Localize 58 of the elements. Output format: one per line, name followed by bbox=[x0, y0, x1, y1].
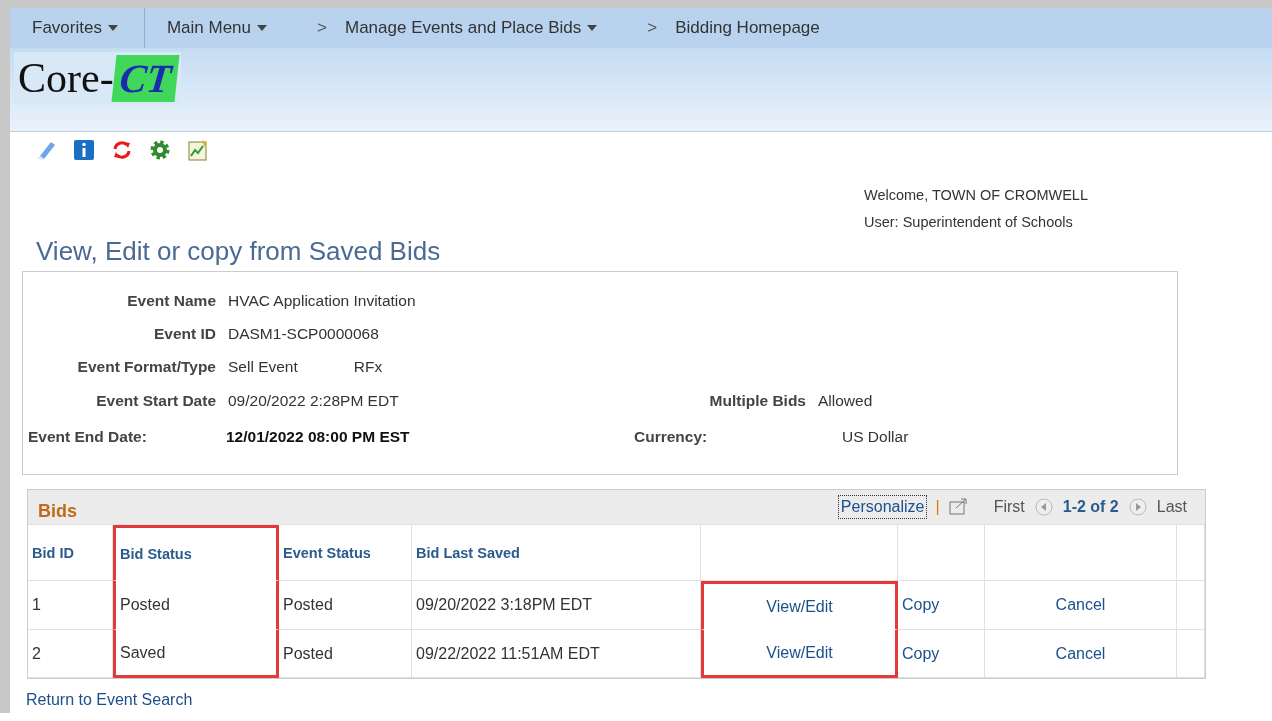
row-action-link[interactable]: Copy bbox=[902, 596, 940, 613]
column-header: Bid Status bbox=[113, 525, 279, 581]
table-cell: Posted bbox=[279, 581, 412, 630]
row-action-link[interactable]: Copy bbox=[902, 644, 940, 662]
field-value: Allowed bbox=[818, 392, 873, 410]
table-cell: 1 bbox=[28, 581, 113, 630]
field-value: 12/01/2022 08:00 PM EST bbox=[226, 428, 410, 446]
pop-out-icon[interactable] bbox=[947, 497, 970, 517]
first-link[interactable]: First bbox=[993, 498, 1025, 516]
row-action-link[interactable]: View/Edit bbox=[766, 597, 833, 615]
next-icon[interactable] bbox=[1126, 497, 1149, 517]
logo: Core-CT bbox=[14, 52, 181, 104]
row-action-link[interactable]: View/Edit bbox=[766, 643, 833, 661]
field-value: DASM1-SCP0000068 bbox=[228, 324, 379, 343]
field-value: RFx bbox=[353, 357, 383, 376]
caret-icon bbox=[107, 25, 118, 31]
field-value: 09/20/2022 2:28PM EDT bbox=[228, 392, 399, 410]
column-header: Bid Last Saved bbox=[412, 525, 701, 581]
field-label: Event Start Date bbox=[95, 392, 216, 410]
caret-icon bbox=[257, 25, 268, 31]
table-cell: 09/20/2022 3:18PM EDT bbox=[412, 581, 701, 630]
table-cell: Posted bbox=[279, 630, 412, 678]
breadcrumb-link[interactable]: Bidding Homepage bbox=[661, 8, 842, 48]
last-link[interactable]: Last bbox=[1156, 498, 1187, 516]
breadcrumb-separator: > bbox=[316, 18, 328, 38]
return-link[interactable]: Return to Event Search bbox=[26, 691, 193, 709]
field-value: HVAC Application Invitation bbox=[228, 291, 416, 310]
page-range: 1-2 of 2 bbox=[1062, 498, 1119, 516]
chart-notepad-icon[interactable] bbox=[186, 138, 210, 162]
page-title: View, Edit or copy from Saved Bids bbox=[36, 236, 442, 267]
previous-icon[interactable] bbox=[1032, 497, 1055, 517]
table-cell: 2 bbox=[28, 630, 113, 678]
row-action-link[interactable]: Cancel bbox=[1055, 596, 1106, 613]
row-action-link[interactable]: Cancel bbox=[1055, 644, 1106, 662]
welcome-text: Welcome, TOWN OF CROMWELL bbox=[864, 186, 1088, 205]
column-header: Bid ID bbox=[28, 525, 113, 581]
grid-title: Bids bbox=[38, 500, 77, 522]
field-label: Event ID bbox=[153, 324, 216, 343]
nav-menu[interactable]: Main Menu bbox=[144, 8, 290, 48]
table-cell: 09/22/2022 11:51AM EDT bbox=[412, 630, 701, 678]
field-label: Event Name bbox=[126, 291, 216, 310]
nav-menu[interactable]: Manage Events and Place Bids bbox=[330, 8, 620, 48]
divider-text: | bbox=[935, 498, 940, 516]
info-icon[interactable] bbox=[72, 138, 96, 162]
field-label: Event End Date: bbox=[27, 428, 148, 446]
field-label: Event Format/Type bbox=[76, 357, 216, 376]
column-header: Event Status bbox=[279, 525, 412, 581]
field-value: US Dollar bbox=[842, 428, 909, 446]
caret-icon bbox=[587, 25, 598, 31]
user-text: User: Superintendent of Schools bbox=[864, 213, 1074, 232]
table-cell: Posted bbox=[113, 581, 279, 630]
field-value: Sell Event bbox=[228, 357, 298, 376]
table-cell: Saved bbox=[113, 630, 279, 678]
personalize-link[interactable]: Personalize bbox=[837, 495, 928, 519]
settings-icon[interactable] bbox=[148, 138, 172, 162]
field-label: Currency: bbox=[634, 428, 709, 446]
breadcrumb-separator: > bbox=[646, 18, 659, 38]
field-label: Multiple Bids bbox=[708, 392, 806, 410]
